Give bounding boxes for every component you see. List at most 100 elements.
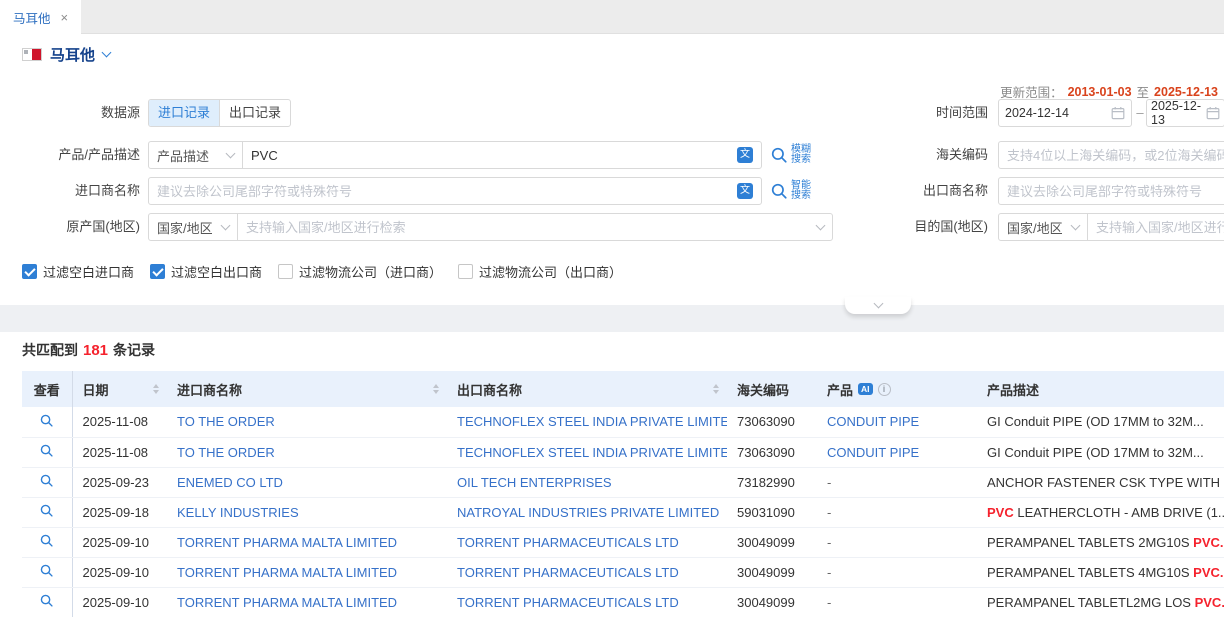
date-end-input[interactable]: 2025-12-13 <box>1146 99 1224 127</box>
tab-export-records[interactable]: 出口记录 <box>219 100 290 126</box>
view-cell <box>22 557 72 587</box>
exporter-link[interactable]: TORRENT PHARMACEUTICALS LTD <box>457 595 679 610</box>
exporter-link[interactable]: TORRENT PHARMACEUTICALS LTD <box>457 565 679 580</box>
results-table-body: 2025-11-08 TO THE ORDER TECHNOFLEX STEEL… <box>22 407 1224 617</box>
importer-link[interactable]: KELLY INDUSTRIES <box>177 505 299 520</box>
close-icon[interactable]: × <box>61 10 69 25</box>
filter-checkbox[interactable]: 过滤物流公司（出口商） <box>458 262 622 281</box>
translate-icon[interactable]: 文 <box>737 183 753 199</box>
cell-description: ANCHOR FASTENER CSK TYPE WITH ... <box>977 467 1224 497</box>
cell-date: 2025-09-18 <box>72 497 167 527</box>
origin-type-select-value: 国家/地区 <box>157 218 213 237</box>
search-icon <box>770 182 788 200</box>
exporter-link[interactable]: TORRENT PHARMACEUTICALS LTD <box>457 535 679 550</box>
exporter-link[interactable]: OIL TECH ENTERPRISES <box>457 475 612 490</box>
filter-checkbox[interactable]: 过滤物流公司（进口商） <box>278 262 442 281</box>
importer-link[interactable]: ENEMED CO LTD <box>177 475 283 490</box>
summary-prefix: 共匹配到 <box>22 342 78 358</box>
table-row: 2025-09-10 TORRENT PHARMA MALTA LIMITED … <box>22 527 1224 557</box>
info-icon[interactable] <box>878 383 891 396</box>
view-search-icon[interactable] <box>39 593 54 608</box>
results-count: 181 <box>83 342 108 359</box>
cell-date: 2025-09-10 <box>72 587 167 617</box>
cell-importer: ENEMED CO LTD <box>167 467 447 497</box>
cell-exporter: TORRENT PHARMACEUTICALS LTD <box>447 527 727 557</box>
checkbox-box[interactable] <box>278 264 293 279</box>
view-cell <box>22 587 72 617</box>
sort-icon[interactable] <box>153 384 159 394</box>
view-search-icon[interactable] <box>39 563 54 578</box>
col-importer[interactable]: 进口商名称 <box>167 371 447 407</box>
destination-input[interactable] <box>1096 220 1224 235</box>
checkbox-box[interactable] <box>22 264 37 279</box>
destination-label: 目的国(地区) <box>856 213 988 241</box>
importer-link[interactable]: TORRENT PHARMA MALTA LIMITED <box>177 565 397 580</box>
flag-cross <box>24 50 28 54</box>
importer-link[interactable]: TO THE ORDER <box>177 414 275 429</box>
tab-import-records[interactable]: 进口记录 <box>149 100 219 126</box>
sort-icon[interactable] <box>713 384 719 394</box>
exporter-label: 出口商名称 <box>856 177 988 205</box>
malta-flag-icon <box>22 48 42 61</box>
product-input[interactable] <box>251 148 731 163</box>
exporter-input-wrap <box>998 177 1224 205</box>
col-date[interactable]: 日期 <box>72 371 167 407</box>
view-cell <box>22 467 72 497</box>
cell-product: - <box>817 557 977 587</box>
importer-link[interactable]: TO THE ORDER <box>177 445 275 460</box>
importer-input-wrap: 文 <box>148 177 762 205</box>
col-product: 产品 AI <box>817 371 977 407</box>
importer-input[interactable] <box>157 184 731 199</box>
exporter-link[interactable]: TECHNOFLEX STEEL INDIA PRIVATE LIMITED <box>457 414 727 429</box>
importer-link[interactable]: TORRENT PHARMA MALTA LIMITED <box>177 535 397 550</box>
origin-type-select[interactable]: 国家/地区 <box>148 213 238 241</box>
cell-description: PERAMPANEL TABLETL2MG LOS PVC... <box>977 587 1224 617</box>
origin-input[interactable] <box>246 220 811 235</box>
checkbox-label: 过滤物流公司（进口商） <box>299 262 442 281</box>
cell-hs-code: 30049099 <box>727 557 817 587</box>
description-text: GI Conduit PIPE (OD 17MM to 32M... <box>987 445 1204 460</box>
cell-product: CONDUIT PIPE <box>817 407 977 437</box>
cell-date: 2025-11-08 <box>72 407 167 437</box>
view-search-icon[interactable] <box>39 503 54 518</box>
description-highlight: PVC... <box>1193 535 1224 550</box>
product-field-select[interactable]: 产品描述 <box>148 141 243 169</box>
translate-icon[interactable]: 文 <box>737 147 753 163</box>
cell-hs-code: 30049099 <box>727 527 817 557</box>
destination-type-select-value: 国家/地区 <box>1007 218 1063 237</box>
smart-search-button[interactable]: 智能搜索 <box>770 177 811 205</box>
cell-importer: KELLY INDUSTRIES <box>167 497 447 527</box>
cell-hs-code: 73063090 <box>727 437 817 467</box>
col-exporter[interactable]: 出口商名称 <box>447 371 727 407</box>
view-search-icon[interactable] <box>39 443 54 458</box>
exporter-input[interactable] <box>1007 184 1224 199</box>
destination-type-select[interactable]: 国家/地区 <box>998 213 1088 241</box>
chevron-down-icon[interactable] <box>102 47 112 57</box>
date-separator: – <box>1134 99 1146 127</box>
checkbox-box[interactable] <box>458 264 473 279</box>
exporter-link[interactable]: NATROYAL INDUSTRIES PRIVATE LIMITED <box>457 505 719 520</box>
col-hs-code: 海关编码 <box>727 371 817 407</box>
view-search-icon[interactable] <box>39 473 54 488</box>
page-title: 马耳他 <box>50 44 95 65</box>
fuzzy-search-button[interactable]: 模糊搜索 <box>770 141 811 169</box>
importer-link[interactable]: TORRENT PHARMA MALTA LIMITED <box>177 595 397 610</box>
exporter-link[interactable]: TECHNOFLEX STEEL INDIA PRIVATE LIMITED <box>457 445 727 460</box>
cell-date: 2025-09-23 <box>72 467 167 497</box>
hs-code-input[interactable] <box>1007 148 1224 163</box>
description-highlight: PVC... <box>1195 595 1224 610</box>
view-search-icon[interactable] <box>39 533 54 548</box>
filter-checkbox[interactable]: 过滤空白进口商 <box>22 262 134 281</box>
cell-hs-code: 73182990 <box>727 467 817 497</box>
view-search-icon[interactable] <box>39 413 54 428</box>
product-link[interactable]: CONDUIT PIPE <box>827 445 919 460</box>
cell-hs-code: 30049099 <box>727 587 817 617</box>
date-start-input[interactable]: 2024-12-14 <box>998 99 1132 127</box>
chevron-down-icon <box>873 299 883 309</box>
collapse-filter-button[interactable] <box>845 297 911 314</box>
filter-checkbox[interactable]: 过滤空白出口商 <box>150 262 262 281</box>
checkbox-box[interactable] <box>150 264 165 279</box>
browser-tab-malta[interactable]: 马耳他 × <box>0 0 81 34</box>
sort-icon[interactable] <box>433 384 439 394</box>
product-link[interactable]: CONDUIT PIPE <box>827 414 919 429</box>
